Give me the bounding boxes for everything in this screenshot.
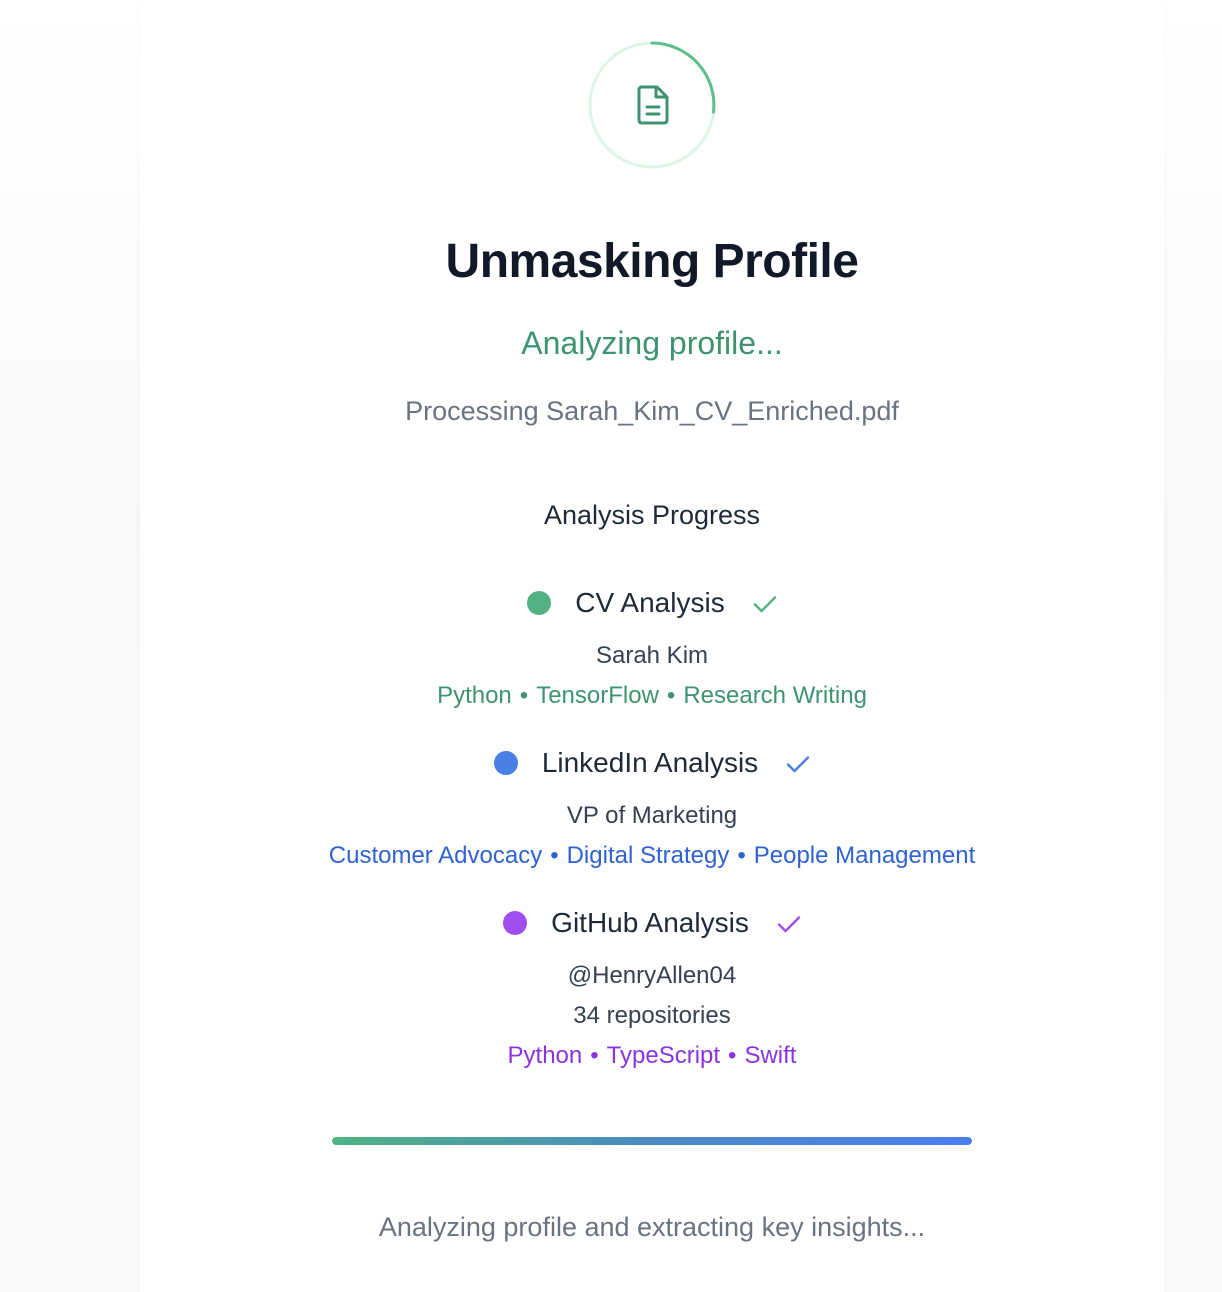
progress-heading: Analysis Progress bbox=[543, 500, 761, 530]
processing-file-text: Processing Sarah_Kim_CV_Enriched.pdf bbox=[405, 396, 899, 426]
document-icon bbox=[635, 84, 671, 126]
skill-tag: People Management bbox=[753, 842, 976, 869]
check-icon bbox=[777, 911, 801, 935]
linkedin-title: VP of Marketing bbox=[566, 802, 738, 829]
github-handle: @HenryAllen04 bbox=[567, 962, 737, 989]
step-cv: CV Analysis bbox=[140, 587, 1164, 619]
status-dot-icon bbox=[493, 751, 518, 775]
status-text: Analyzing profile... bbox=[521, 325, 783, 361]
separator: • bbox=[666, 682, 676, 709]
language-tag: Swift bbox=[744, 1042, 797, 1069]
language-tag: Python bbox=[507, 1042, 583, 1069]
status-dot-icon bbox=[503, 911, 528, 935]
skill-tag: TensorFlow bbox=[536, 682, 659, 709]
cv-skills: Python • TensorFlow • Research Writing bbox=[140, 682, 1164, 710]
progress-bar bbox=[332, 1137, 972, 1145]
separator: • bbox=[590, 1042, 599, 1069]
step-cv-label: CV Analysis bbox=[575, 587, 725, 618]
step-linkedin-label: LinkedIn Analysis bbox=[541, 747, 759, 778]
github-repos: 34 repositories bbox=[573, 1002, 731, 1029]
separator: • bbox=[737, 842, 746, 869]
footer-status-text: Analyzing profile and extracting key ins… bbox=[378, 1212, 926, 1242]
separator: • bbox=[728, 1042, 737, 1069]
separator: • bbox=[550, 842, 559, 869]
step-github: GitHub Analysis bbox=[140, 907, 1164, 939]
progress-bar-fill bbox=[332, 1137, 972, 1145]
page-title: Unmasking Profile bbox=[445, 235, 859, 288]
step-linkedin: LinkedIn Analysis bbox=[140, 747, 1164, 779]
check-icon bbox=[786, 751, 810, 775]
status-dot-icon bbox=[527, 591, 552, 615]
analysis-card: Unmasking Profile Analyzing profile... P… bbox=[140, 0, 1164, 1292]
step-github-label: GitHub Analysis bbox=[551, 907, 749, 938]
linkedin-skills: Customer Advocacy • Digital Strategy • Peopl… bbox=[140, 842, 1164, 870]
skill-tag: Customer Advocacy bbox=[328, 842, 543, 869]
check-icon bbox=[753, 591, 777, 615]
github-languages: Python • TypeScript • Swift bbox=[140, 1042, 1164, 1070]
language-tag: TypeScript bbox=[606, 1042, 721, 1069]
skill-tag: Python bbox=[437, 682, 512, 709]
separator: • bbox=[519, 682, 529, 709]
skill-tag: Digital Strategy bbox=[566, 842, 730, 869]
cv-name: Sarah Kim bbox=[595, 642, 709, 669]
skill-tag: Research Writing bbox=[683, 682, 867, 709]
